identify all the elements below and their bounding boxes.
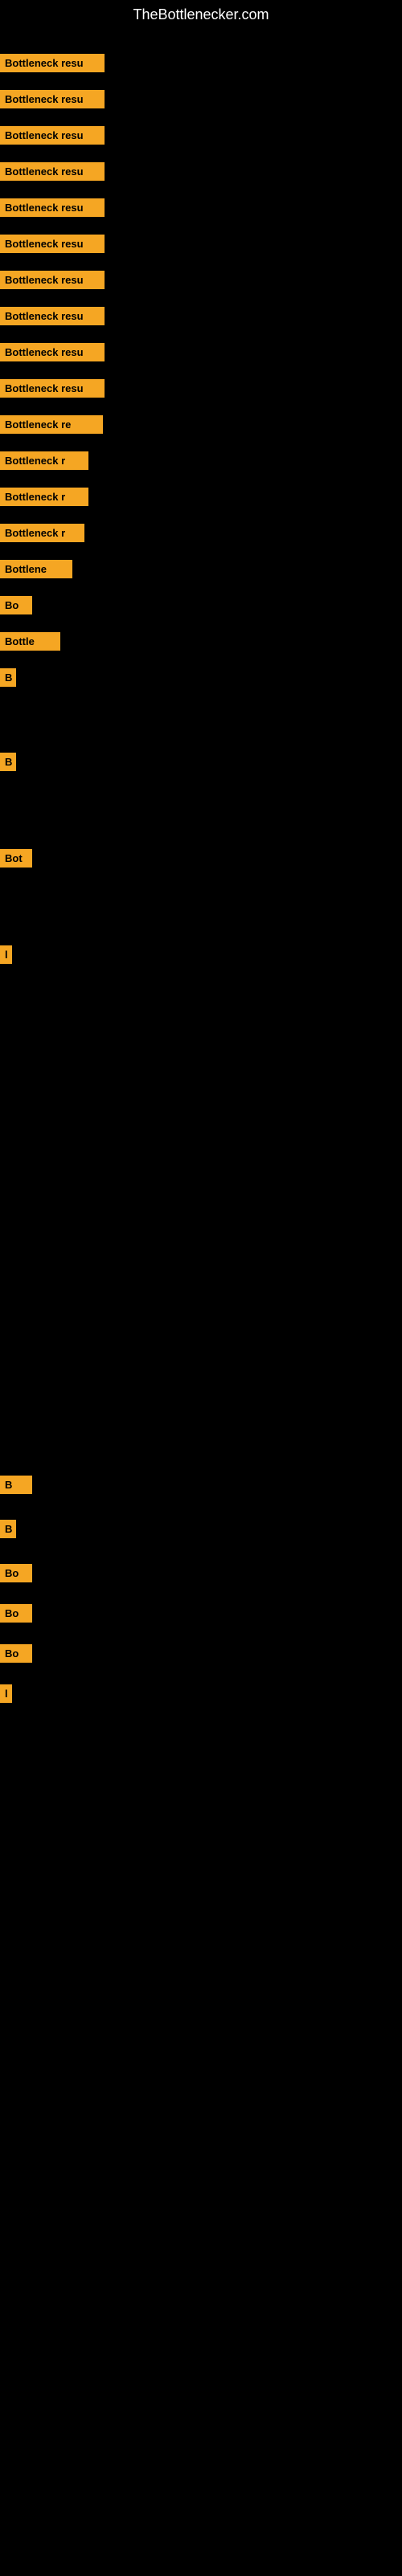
bottleneck-result-item[interactable]: Bottleneck re (0, 415, 103, 434)
bottleneck-result-item[interactable]: Bottleneck r (0, 451, 88, 470)
bottleneck-result-item[interactable]: B (0, 668, 16, 687)
bottleneck-result-item[interactable]: Bottleneck resu (0, 379, 105, 398)
bottleneck-result-item[interactable]: Bottleneck resu (0, 54, 105, 72)
bottleneck-result-item[interactable]: Bottleneck resu (0, 126, 105, 145)
bottleneck-result-item[interactable]: B (0, 753, 16, 771)
bottleneck-result-item[interactable]: Bottle (0, 632, 60, 651)
bottleneck-result-item[interactable]: Bottleneck resu (0, 198, 105, 217)
bottleneck-result-item[interactable]: Bottleneck resu (0, 271, 105, 289)
bottleneck-result-item[interactable]: l (0, 945, 12, 964)
bottleneck-result-item[interactable]: Bo (0, 596, 32, 614)
bottleneck-result-item[interactable]: Bo (0, 1644, 32, 1663)
bottleneck-result-item[interactable]: Bottleneck r (0, 524, 84, 542)
bottleneck-result-item[interactable]: Bottleneck r (0, 488, 88, 506)
site-title: TheBottlenecker.com (0, 0, 402, 30)
bottleneck-result-item[interactable]: B (0, 1476, 32, 1494)
bottleneck-result-item[interactable]: Bo (0, 1564, 32, 1582)
bottleneck-result-item[interactable]: Bottleneck resu (0, 343, 105, 361)
bottleneck-result-item[interactable]: Bottleneck resu (0, 235, 105, 253)
bottleneck-result-item[interactable]: Bottlene (0, 560, 72, 578)
bottleneck-result-item[interactable]: Bottleneck resu (0, 90, 105, 108)
bottleneck-result-item[interactable]: Bot (0, 849, 32, 868)
bottleneck-result-item[interactable]: Bottleneck resu (0, 307, 105, 325)
bottleneck-result-item[interactable]: Bo (0, 1604, 32, 1623)
bottleneck-result-item[interactable]: B (0, 1520, 16, 1538)
bottleneck-result-item[interactable]: Bottleneck resu (0, 162, 105, 181)
bottleneck-result-item[interactable]: l (0, 1684, 12, 1703)
